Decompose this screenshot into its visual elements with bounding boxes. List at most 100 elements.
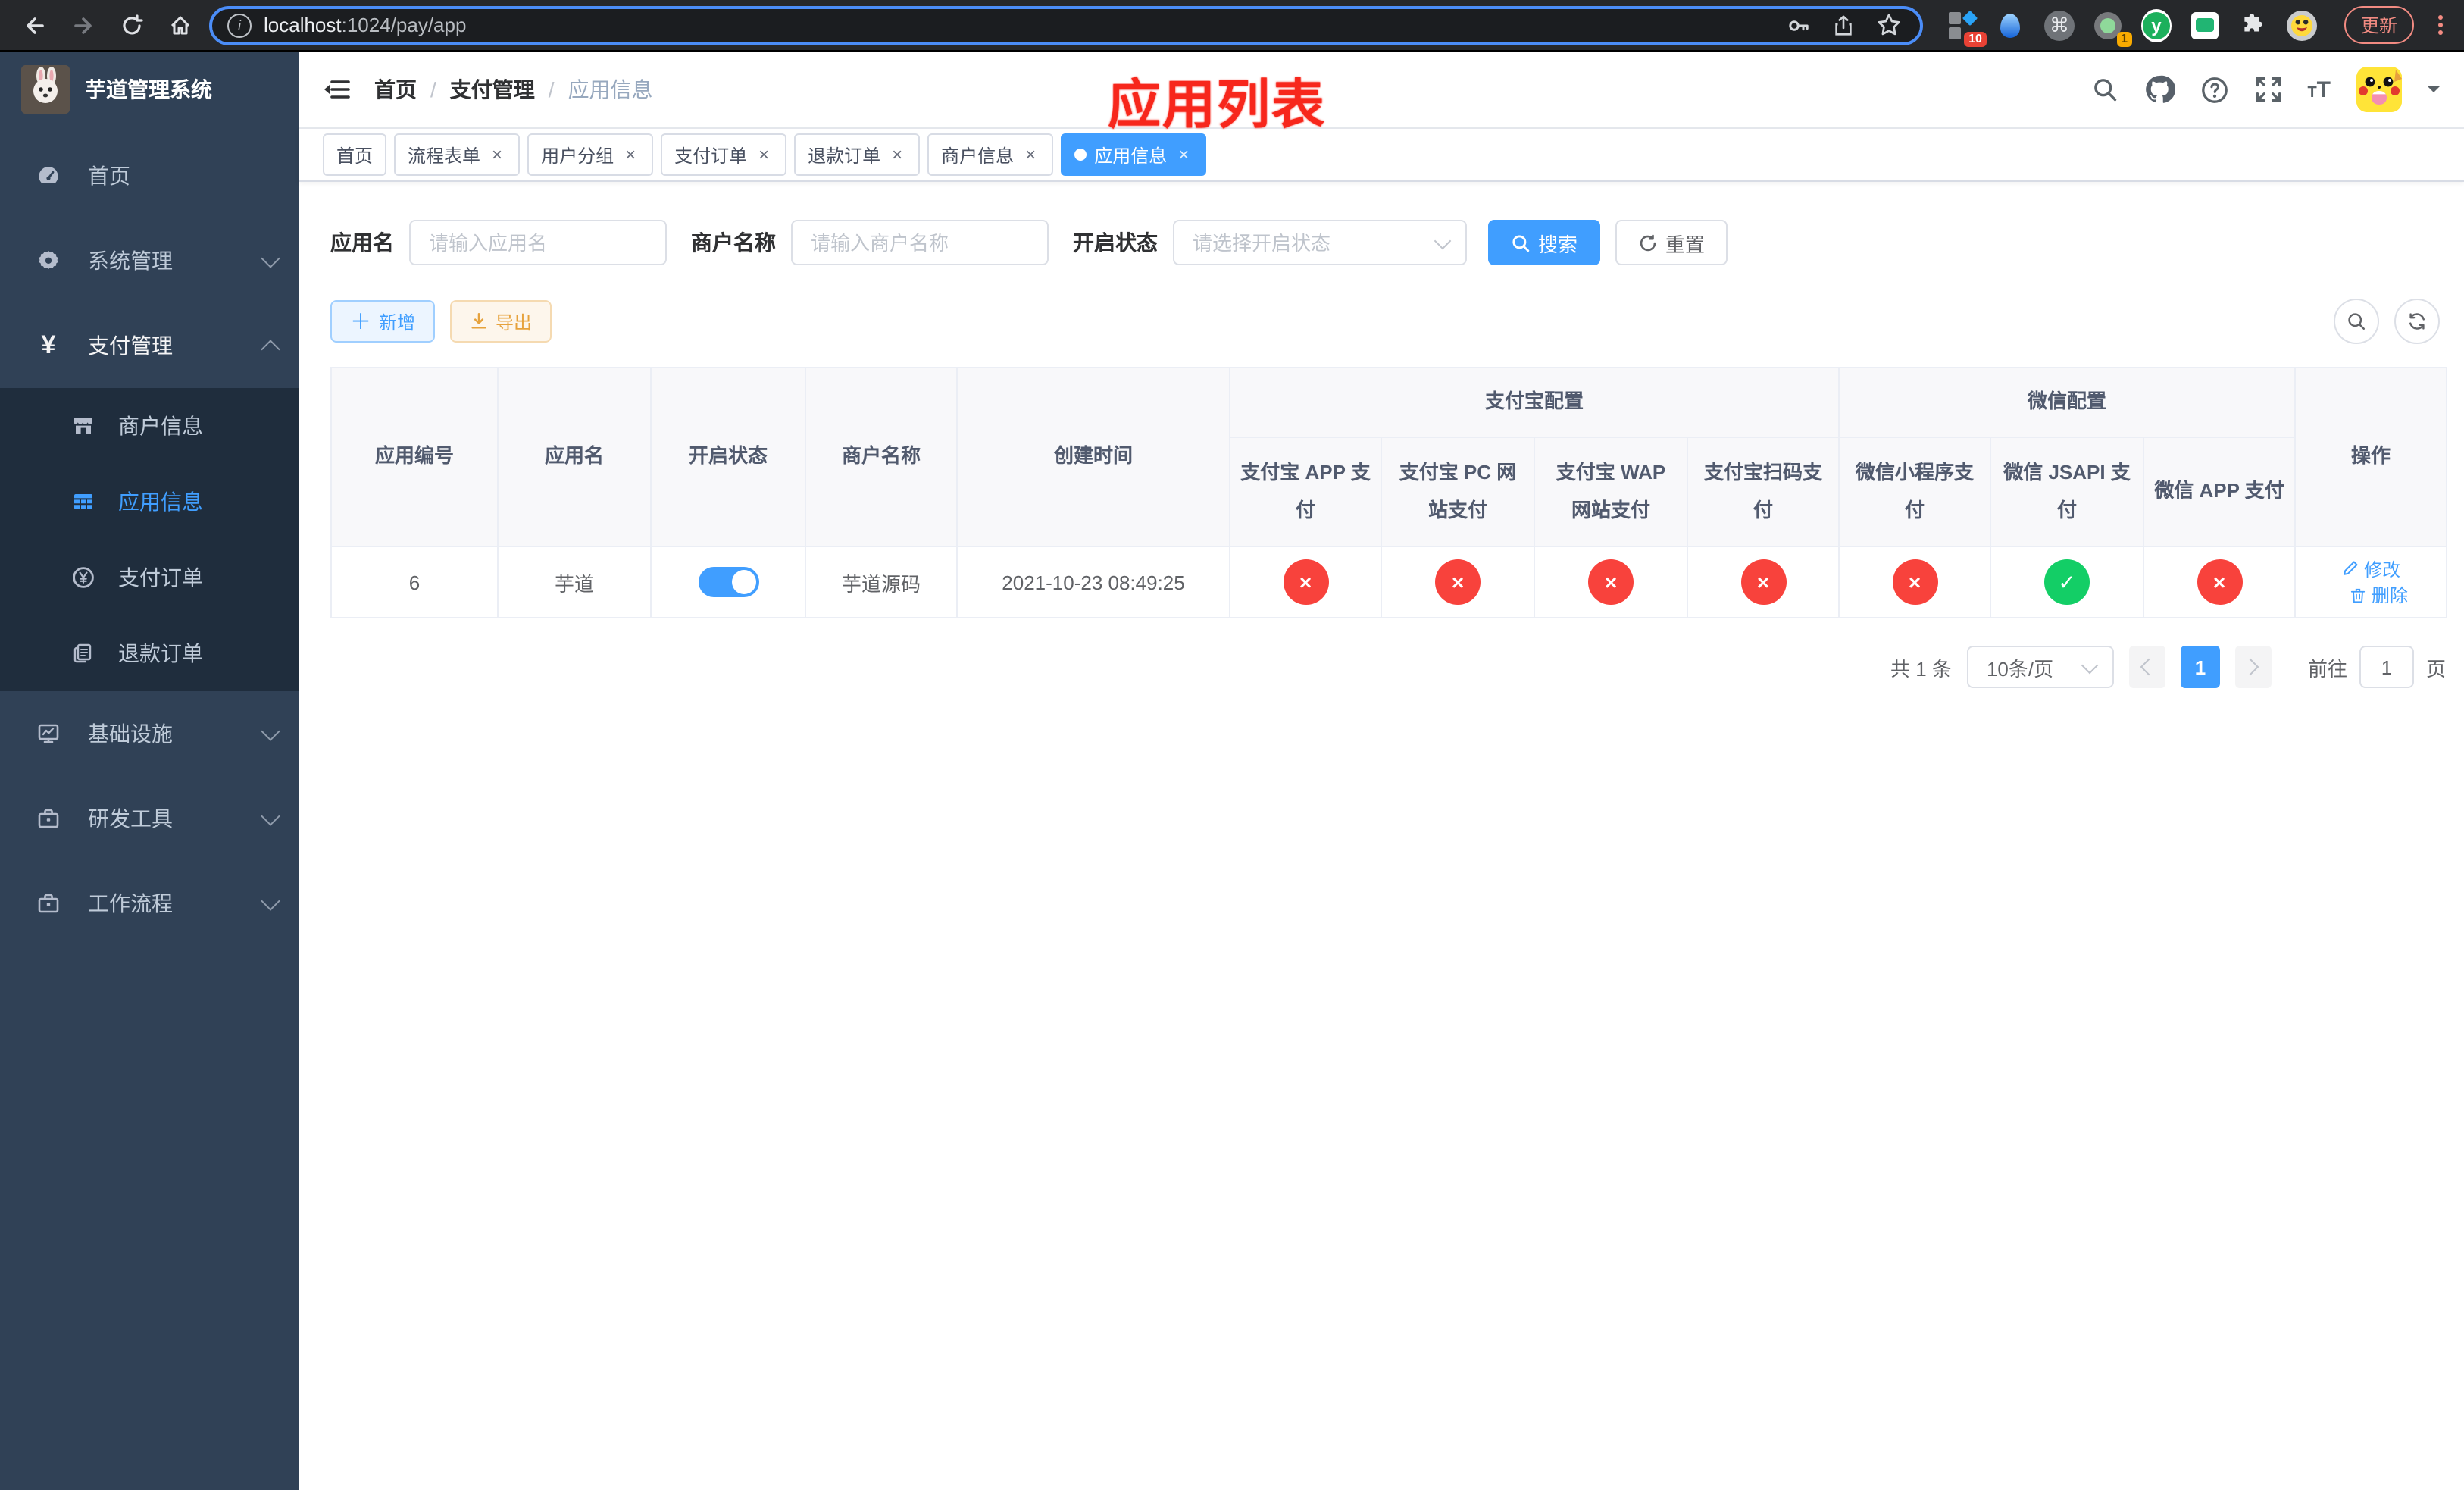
tab-user-group[interactable]: 用户分组 — [527, 133, 654, 176]
browser-back-icon[interactable] — [15, 5, 55, 45]
chevron-down-icon — [261, 721, 280, 740]
sidebar-item-pay-orders[interactable]: 支付订单 — [0, 540, 299, 615]
toolbox-icon — [30, 806, 67, 831]
sidebar-item-home[interactable]: 首页 — [0, 133, 299, 218]
extension-command-icon[interactable]: ⌘ — [2043, 10, 2075, 40]
close-icon[interactable] — [888, 146, 906, 164]
extension-y-icon[interactable]: y — [2140, 8, 2172, 42]
fullscreen-icon[interactable] — [2254, 76, 2281, 103]
document-icon — [67, 641, 100, 665]
merchant-name-input[interactable] — [791, 220, 1049, 265]
page-1-button[interactable]: 1 — [2180, 646, 2220, 688]
edit-link[interactable]: 修改 — [2341, 556, 2400, 581]
breadcrumb-payment[interactable]: 支付管理 — [450, 74, 535, 105]
extension-badge: 1 — [2116, 31, 2132, 46]
delete-link[interactable]: 删除 — [2349, 582, 2408, 608]
tab-merchant-info[interactable]: 商户信息 — [927, 133, 1054, 176]
browser-update-button[interactable]: 更新 — [2344, 6, 2414, 44]
col-alipay-wap: 支付宝 WAP 网站支付 — [1534, 437, 1688, 547]
sidebar-item-refund-orders[interactable]: 退款订单 — [0, 615, 299, 691]
page-size-select[interactable] — [1966, 646, 2114, 688]
share-icon[interactable] — [1832, 13, 1855, 37]
help-icon[interactable] — [2200, 75, 2228, 104]
search-button[interactable]: 搜索 — [1488, 220, 1601, 265]
collapse-sidebar-icon[interactable] — [323, 77, 350, 102]
bookmark-star-icon[interactable] — [1876, 12, 1902, 38]
next-page-button[interactable] — [2234, 646, 2272, 688]
sidebar-item-app-info[interactable]: 应用信息 — [0, 464, 299, 540]
tab-pay-orders[interactable]: 支付订单 — [661, 133, 787, 176]
status-toggle[interactable] — [698, 567, 758, 597]
add-button[interactable]: ＋ 新增 — [330, 300, 436, 343]
col-wechat-jsapi: 微信 JSAPI 支付 — [1990, 437, 2145, 547]
sidebar-item-infrastructure[interactable]: 基础设施 — [0, 691, 299, 776]
toggle-search-button[interactable] — [2334, 299, 2379, 344]
font-size-icon[interactable]: TT — [2307, 77, 2331, 102]
sidebar-item-workflow[interactable]: 工作流程 — [0, 861, 299, 946]
chevron-down-icon — [261, 806, 280, 825]
extension-chat-icon[interactable] — [2190, 10, 2220, 40]
export-button[interactable]: 导出 — [450, 300, 552, 343]
screenshot-root: i localhost:1024/pay/app 10 ⌘ 1 y 更新 芋道管… — [0, 0, 2464, 1490]
tab-app-info[interactable]: 应用信息 — [1061, 133, 1207, 176]
alipay-app-status-icon: × — [1283, 559, 1328, 605]
status-select[interactable] — [1173, 220, 1467, 265]
sidebar-item-merchant-info[interactable]: 商户信息 — [0, 388, 299, 464]
chevron-up-icon — [261, 339, 280, 358]
close-icon[interactable] — [1021, 146, 1040, 164]
extension-badge: 10 — [1964, 31, 1987, 46]
cell-app-name: 芋道 — [497, 546, 652, 618]
col-alipay-qr: 支付宝扫码支付 — [1686, 437, 1840, 547]
reset-button[interactable]: 重置 — [1615, 220, 1728, 265]
browser-forward-icon[interactable] — [64, 5, 103, 45]
url-text: localhost:1024/pay/app — [264, 14, 467, 36]
goto-page-input[interactable] — [2359, 646, 2414, 688]
download-icon — [471, 312, 486, 329]
sidebar-item-system[interactable]: 系统管理 — [0, 218, 299, 303]
breadcrumb-home[interactable]: 首页 — [374, 74, 417, 105]
extension-emoji-icon[interactable] — [2286, 10, 2317, 40]
alipay-pc-status-icon: × — [1435, 559, 1481, 605]
extension-balloon-icon[interactable] — [1996, 10, 2026, 40]
refresh-button[interactable] — [2394, 299, 2440, 344]
tab-process-form[interactable]: 流程表单 — [394, 133, 521, 176]
browser-reload-icon[interactable] — [112, 5, 152, 45]
chevron-down-icon — [261, 891, 280, 910]
app-name-input[interactable] — [409, 220, 667, 265]
breadcrumb-separator: / — [548, 77, 555, 102]
close-icon[interactable] — [488, 146, 506, 164]
col-alipay-pc: 支付宝 PC 网站支付 — [1381, 437, 1535, 547]
extension-grid-icon[interactable]: 10 — [1947, 9, 1987, 46]
password-key-icon[interactable] — [1787, 13, 1811, 37]
close-icon[interactable] — [1174, 146, 1193, 164]
user-avatar[interactable] — [2356, 67, 2402, 112]
dashboard-icon — [30, 164, 67, 188]
page-info-icon[interactable]: i — [227, 13, 252, 37]
tab-home[interactable]: 首页 — [323, 133, 387, 176]
col-merchant: 商户名称 — [805, 367, 958, 547]
address-bar[interactable]: i localhost:1024/pay/app — [209, 5, 1923, 45]
breadcrumb-separator: / — [430, 77, 436, 102]
extensions-puzzle-icon[interactable] — [2238, 10, 2269, 40]
sidebar-item-payment[interactable]: ¥ 支付管理 — [0, 303, 299, 388]
goto-label: 前往 — [2307, 657, 2347, 680]
browser-menu-icon[interactable] — [2438, 15, 2443, 35]
app-logo-rabbit — [21, 65, 70, 114]
browser-home-icon[interactable] — [161, 5, 200, 45]
prev-page-button[interactable] — [2128, 646, 2165, 688]
search-icon[interactable] — [2090, 76, 2118, 103]
app-logo-row[interactable]: 芋道管理系统 — [0, 52, 299, 127]
group-wechat-config: 微信配置 — [1838, 367, 2297, 438]
col-app-name: 应用名 — [497, 367, 652, 547]
sidebar-item-dev-tools[interactable]: 研发工具 — [0, 776, 299, 861]
close-icon[interactable] — [621, 146, 639, 164]
tab-refund-orders[interactable]: 退款订单 — [794, 133, 921, 176]
extension-recorder-icon[interactable]: 1 — [2093, 10, 2132, 46]
close-icon[interactable] — [755, 146, 773, 164]
avatar-dropdown-caret[interactable] — [2428, 86, 2440, 99]
page-size-input[interactable] — [1966, 646, 2114, 688]
github-icon[interactable] — [2143, 74, 2175, 105]
status-select-input[interactable] — [1173, 220, 1467, 265]
col-wechat-app: 微信 APP 支付 — [2143, 437, 2297, 547]
chevron-down-icon — [261, 248, 280, 268]
